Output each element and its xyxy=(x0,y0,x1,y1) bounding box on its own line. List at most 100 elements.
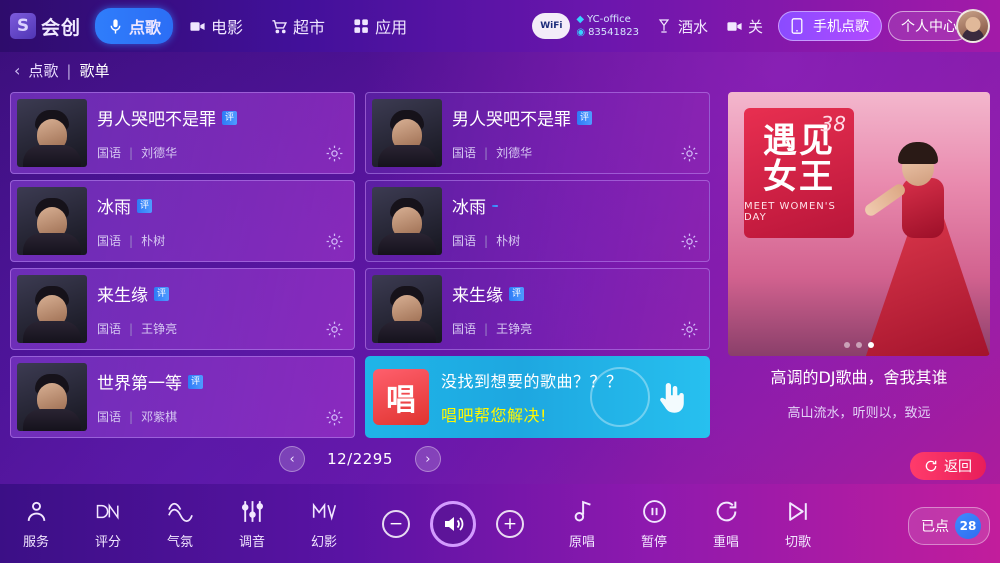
song-language: 国语 xyxy=(452,322,477,336)
song-title: 男人哭吧不是罪 xyxy=(97,110,216,130)
poster-model-image xyxy=(846,106,990,356)
phone-order-label: 手机点歌 xyxy=(813,19,869,35)
mic-icon xyxy=(107,18,124,35)
nav-item-chaoshi[interactable]: 超市 xyxy=(259,8,337,44)
grid-icon xyxy=(353,18,370,35)
bottom-button-next-track[interactable]: 切歌 xyxy=(762,497,834,550)
song-title: 来生缘 xyxy=(97,286,148,306)
bottom-button-mv[interactable]: 幻影 xyxy=(288,497,360,550)
promotion-poster[interactable]: 38 遇见 女王 MEET WOMEN'S DAY xyxy=(728,92,990,356)
bottom-label-score: 评分 xyxy=(94,535,121,550)
poster-caption: 高调的DJ歌曲，舍我其谁 高山流水，听则以，致远 xyxy=(728,364,990,421)
drinks-button[interactable]: 酒水 xyxy=(656,16,708,37)
nav-item-yingyong[interactable]: 应用 xyxy=(341,8,419,44)
return-button[interactable]: 返回 xyxy=(910,452,986,480)
bottom-button-pause[interactable]: 暂停 xyxy=(618,497,690,550)
bottom-label-pause: 暂停 xyxy=(640,535,667,550)
bottom-label-next-track: 切歌 xyxy=(784,535,811,550)
nav-label-yingyong: 应用 xyxy=(375,18,408,37)
bottom-button-score[interactable]: 评分 xyxy=(72,497,144,550)
song-thumbnail xyxy=(17,99,87,167)
song-language: 国语 xyxy=(452,234,477,248)
song-title: 冰雨 xyxy=(97,198,131,218)
carousel-dot-active[interactable] xyxy=(868,342,874,348)
poster-badge: 38 遇见 女王 MEET WOMEN'S DAY xyxy=(744,108,854,238)
gear-icon[interactable] xyxy=(325,320,344,339)
main-nav: 点歌 电影 超市 应用 xyxy=(95,8,419,44)
song-artist: 刘德华 xyxy=(141,146,178,160)
song-thumbnail xyxy=(372,99,442,167)
speaker-icon[interactable] xyxy=(430,500,476,547)
poster-caption-line2: 高山流水，听则以，致远 xyxy=(787,406,931,421)
carousel-dot[interactable] xyxy=(856,342,862,348)
bottom-button-original-vocal[interactable]: 原唱 xyxy=(546,497,618,550)
nav-label-chaoshi: 超市 xyxy=(293,18,326,37)
gear-icon[interactable] xyxy=(325,232,344,251)
gear-icon[interactable] xyxy=(325,144,344,163)
nav-item-diange[interactable]: 点歌 xyxy=(95,8,174,44)
volume-down-button[interactable]: − xyxy=(382,509,410,538)
song-meta: 来生缘评 国语 | 王铮亮 xyxy=(97,281,348,337)
logo-mark-icon: S xyxy=(10,13,36,39)
equalizer-icon xyxy=(240,497,265,525)
song-tag: 评 xyxy=(577,110,593,125)
gear-icon[interactable] xyxy=(680,232,699,251)
carousel-dot[interactable] xyxy=(844,342,850,348)
gear-icon[interactable] xyxy=(680,144,699,163)
bottom-label-service: 服务 xyxy=(22,535,49,550)
table-row[interactable]: 冰雨评 国语 | 朴树 xyxy=(10,180,355,262)
bottom-button-tuning[interactable]: 调音 xyxy=(216,497,288,550)
song-title: 冰雨 xyxy=(452,198,486,218)
breadcrumb: ‹ 点歌 | 歌单 xyxy=(14,60,110,81)
song-language: 国语 xyxy=(97,146,122,160)
user-center-label: 个人中心 xyxy=(901,19,957,35)
table-row[interactable]: 来生缘评 国语 | 王铮亮 xyxy=(365,268,710,350)
table-row[interactable]: 男人哭吧不是罪评 国语 | 刘德华 xyxy=(10,92,355,174)
song-meta: 男人哭吧不是罪评 国语 | 刘德华 xyxy=(97,105,348,161)
phone-order-button[interactable]: 手机点歌 xyxy=(778,11,882,41)
carousel-dots[interactable] xyxy=(844,342,874,348)
nav-item-dianying[interactable]: 电影 xyxy=(177,8,255,44)
screen-off-icon xyxy=(726,18,743,35)
song-artist: 刘德华 xyxy=(496,146,533,160)
wifi-icon: WiFi xyxy=(532,13,571,39)
table-row[interactable]: 来生缘评 国语 | 王铮亮 xyxy=(10,268,355,350)
song-title: 男人哭吧不是罪 xyxy=(452,110,571,130)
prev-page-button[interactable]: ‹ xyxy=(279,446,306,472)
status-badge: 28 xyxy=(955,513,981,539)
next-page-button[interactable]: › xyxy=(414,446,441,472)
sing-icon: 唱 xyxy=(373,369,429,425)
breadcrumb-root[interactable]: 点歌 xyxy=(28,60,58,81)
avatar[interactable] xyxy=(956,9,990,43)
bottom-button-mood[interactable]: 气氛 xyxy=(144,497,216,550)
network-name: YC-office xyxy=(587,14,631,25)
table-row[interactable]: 世界第一等评 国语 | 邓紫棋 xyxy=(10,356,355,438)
bottom-label-tuning: 调音 xyxy=(238,535,265,550)
phone-icon xyxy=(791,17,808,35)
selected-count-button[interactable]: 已点 28 xyxy=(908,507,990,545)
wifi-status[interactable]: WiFi ◆ YC-office ◉ 83541823 xyxy=(532,13,639,39)
song-meta: 冰雨 国语 | 朴树 xyxy=(452,193,703,249)
song-thumbnail xyxy=(17,187,87,255)
bottom-button-replay[interactable]: 重唱 xyxy=(690,497,762,550)
close-button[interactable]: 关 xyxy=(726,16,763,37)
song-artist: 邓紫棋 xyxy=(141,410,178,424)
mood-icon xyxy=(167,497,194,525)
volume-up-button[interactable]: + xyxy=(496,509,524,538)
table-row[interactable]: 男人哭吧不是罪评 国语 | 刘德华 xyxy=(365,92,710,174)
volume-control: − + xyxy=(382,500,524,547)
next-track-icon xyxy=(786,497,811,525)
promo-banner[interactable]: 唱 没找到想要的歌曲？？？ 唱吧帮您解决! xyxy=(365,356,710,438)
cart-icon xyxy=(271,18,288,35)
network-name-icon: ◆ xyxy=(576,14,585,25)
gear-icon[interactable] xyxy=(325,408,344,427)
bottom-label-mv: 幻影 xyxy=(310,535,337,550)
mv-icon xyxy=(311,497,338,525)
chevron-left-icon[interactable]: ‹ xyxy=(14,61,20,80)
table-row[interactable]: 冰雨 国语 | 朴树 xyxy=(365,180,710,262)
bottom-button-service[interactable]: 服务 xyxy=(0,497,72,550)
bottom-toolbar: 服务 评分 气氛 调音 幻影 − + 原唱 暂停 重唱 切歌 已点 28 xyxy=(0,484,1000,563)
gear-icon[interactable] xyxy=(680,320,699,339)
network-id-icon: ◉ xyxy=(576,27,586,38)
replay-icon xyxy=(714,497,739,525)
